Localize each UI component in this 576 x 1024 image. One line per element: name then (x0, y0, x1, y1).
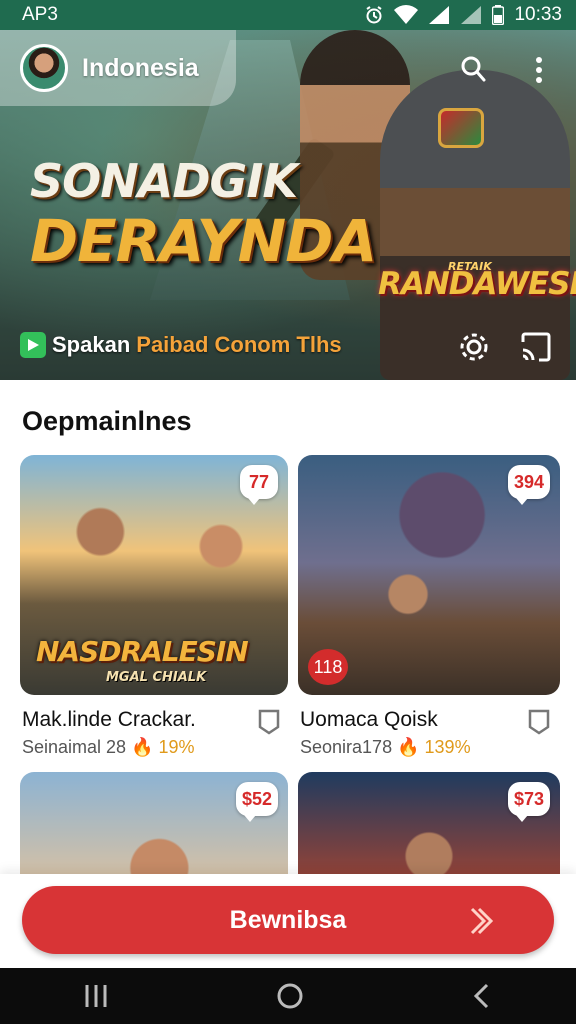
primary-action-button[interactable]: Bewnibsa (22, 886, 554, 954)
game-card-title[interactable]: Uomaca Qoisk (300, 708, 438, 732)
game-card-logo: NASDRALESIN MGAL CHIALK (36, 635, 249, 685)
more-vertical-icon[interactable] (533, 56, 545, 86)
game-card-meta: Seonira178 🔥 139% (300, 737, 471, 758)
signal-icon-2 (461, 6, 482, 24)
avatar[interactable] (20, 44, 68, 92)
price-badge: 394 (507, 465, 550, 505)
battery-icon (492, 5, 505, 25)
game-card[interactable]: 77 NASDRALESIN MGAL CHIALK Mak.linde Cra… (20, 455, 288, 757)
cast-icon[interactable] (519, 330, 553, 364)
hero-game-logo: RETAIK RANDAWESIN (378, 260, 576, 302)
game-card-logo-subtitle: MGAL CHIALK (106, 670, 207, 685)
hero-caption[interactable]: Spakan Paibad Conom Tlhs (20, 332, 342, 358)
alarm-icon (366, 6, 383, 24)
bookmark-icon[interactable] (528, 709, 550, 735)
region-label: Indonesia (82, 53, 199, 82)
hero-caption-highlight: Paibad Conom Tlhs (136, 332, 342, 357)
hero-logo-tagline: RETAIK (448, 260, 492, 273)
bottom-action-bar: Bewnibsa (0, 874, 576, 968)
hero-title-line1: SONADGIK (30, 154, 298, 208)
price-badge: $52 (235, 782, 278, 822)
game-card-title[interactable]: Mak.linde Crackar. (22, 708, 196, 732)
hero-banner[interactable]: Indonesia SONADGIK DERAYNDA RETAIK RANDA… (0, 30, 576, 380)
game-card[interactable]: 394 118 Uomaca Qoisk Seonira178 🔥 139% (298, 455, 560, 757)
hero-game-title: SONADGIK DERAYNDA (30, 154, 377, 275)
signal-icon (429, 6, 450, 24)
price-badge: 77 (240, 465, 278, 505)
chevron-right-icon (470, 907, 494, 935)
game-card-thumbnail[interactable]: 394 118 (298, 455, 560, 695)
game-card-logo-title: NASDRALESIN (36, 635, 249, 668)
bookmark-icon[interactable] (258, 709, 280, 735)
app-screen: AP3 10:33 Indonesia SONADGIK DERAYNDA RE… (0, 0, 576, 1024)
status-bar: AP3 10:33 (0, 0, 576, 30)
system-nav-bar (0, 968, 576, 1024)
count-badge: 118 (308, 649, 348, 685)
game-card-percent: 19% (158, 737, 195, 757)
price-badge: $73 (507, 782, 550, 822)
primary-action-label: Bewnibsa (229, 905, 347, 934)
search-icon[interactable] (458, 54, 488, 84)
flame-icon: 🔥 (397, 737, 420, 757)
home-icon[interactable] (275, 981, 305, 1011)
recent-apps-icon[interactable] (82, 982, 110, 1010)
section-title: Oepmainlnes (22, 406, 192, 436)
game-card-meta: Seinaimal 28 🔥 19% (22, 737, 195, 758)
flame-icon: 🔥 (131, 737, 154, 757)
play-store-icon (20, 332, 46, 358)
status-icons: 10:33 (364, 4, 562, 26)
hero-art-emblem (438, 108, 484, 148)
settings-gear-icon[interactable] (457, 330, 491, 364)
wifi-icon (394, 5, 419, 25)
clock-label: 10:33 (514, 4, 562, 25)
game-card-thumbnail[interactable]: 77 NASDRALESIN MGAL CHIALK (20, 455, 288, 695)
region-selector[interactable]: Indonesia (0, 30, 236, 106)
game-card-meta-text: Seinaimal 28 (22, 737, 127, 757)
game-card-meta-text: Seonira178 (300, 737, 393, 757)
hero-title-line2: DERAYNDA (30, 207, 377, 275)
game-card-percent: 139% (424, 737, 471, 757)
carrier-label: AP3 (22, 4, 58, 25)
back-icon[interactable] (470, 982, 494, 1010)
hero-caption-label: Spakan (52, 332, 131, 357)
